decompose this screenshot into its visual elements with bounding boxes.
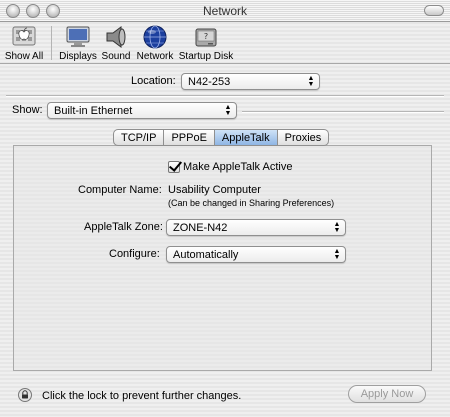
toolbar-label: Sound [101, 51, 131, 62]
tab-tcpip[interactable]: TCP/IP [113, 129, 165, 146]
show-divider [242, 111, 444, 112]
appletalk-active-label: Make AppleTalk Active [183, 161, 293, 173]
toolbar-toggle-button[interactable] [424, 5, 444, 16]
toolbar-network[interactable]: Network [135, 24, 175, 62]
tab-proxies[interactable]: Proxies [277, 129, 330, 146]
configure-label: Configure: [109, 248, 160, 260]
toolbar-label: Startup Disk [178, 51, 234, 62]
apple-icon [10, 24, 38, 50]
show-value: Built-in Ethernet [54, 105, 133, 117]
lock-icon[interactable] [18, 388, 32, 402]
disk-icon: ? [192, 24, 220, 50]
tab-pppoe[interactable]: PPPoE [164, 129, 215, 146]
toolbar-label: Displays [59, 51, 97, 62]
apply-now-button[interactable]: Apply Now [348, 385, 426, 403]
svg-text:?: ? [204, 32, 208, 41]
toolbar-sound[interactable]: Sound [100, 24, 132, 62]
toolbar: Show All Displays Sound Network ? Startu… [0, 22, 450, 64]
network-preferences-window: Network Show All Displays Sound Network … [0, 0, 450, 417]
display-icon [64, 24, 92, 50]
computer-name-note: (Can be changed in Sharing Preferences) [168, 198, 335, 208]
appletalk-active-checkbox[interactable] [168, 161, 180, 173]
appletalk-zone-label: AppleTalk Zone: [84, 221, 163, 233]
toolbar-show-all[interactable]: Show All [4, 24, 44, 62]
toolbar-separator [51, 26, 52, 60]
appletalk-zone-value: ZONE-N42 [173, 222, 228, 234]
toolbar-label: Network [136, 51, 174, 62]
configure-value: Automatically [173, 249, 239, 261]
location-value: N42-253 [188, 76, 231, 88]
popup-arrows-icon: ▲ ▼ [307, 75, 315, 88]
location-popup[interactable]: N42-253 ▲ ▼ [181, 73, 320, 90]
computer-name-value: Usability Computer [168, 184, 261, 196]
appletalk-active-row[interactable]: Make AppleTalk Active [168, 161, 292, 173]
location-label: Location: [131, 75, 176, 87]
popup-arrows-icon: ▲ ▼ [333, 221, 341, 234]
title-bar[interactable]: Network [0, 0, 450, 22]
show-popup[interactable]: Built-in Ethernet ▲ ▼ [47, 102, 237, 119]
show-label: Show: [12, 104, 43, 116]
popup-arrows-icon: ▲ ▼ [224, 104, 232, 117]
lock-hint-text: Click the lock to prevent further change… [42, 390, 242, 402]
popup-arrows-icon: ▲ ▼ [333, 248, 341, 261]
toolbar-displays[interactable]: Displays [58, 24, 98, 62]
section-divider [6, 95, 444, 96]
window-title: Network [202, 4, 247, 18]
tab-appletalk[interactable]: AppleTalk [214, 129, 278, 146]
appletalk-zone-popup[interactable]: ZONE-N42 ▲ ▼ [166, 219, 346, 236]
computer-name-label: Computer Name: [78, 184, 162, 196]
tab-bar: TCP/IP PPPoE AppleTalk Proxies [113, 129, 330, 146]
globe-icon [141, 24, 169, 50]
configure-popup[interactable]: Automatically ▲ ▼ [166, 246, 346, 263]
speaker-icon [102, 24, 130, 50]
toolbar-startup-disk[interactable]: ? Startup Disk [178, 24, 234, 62]
toolbar-label: Show All [4, 51, 44, 62]
